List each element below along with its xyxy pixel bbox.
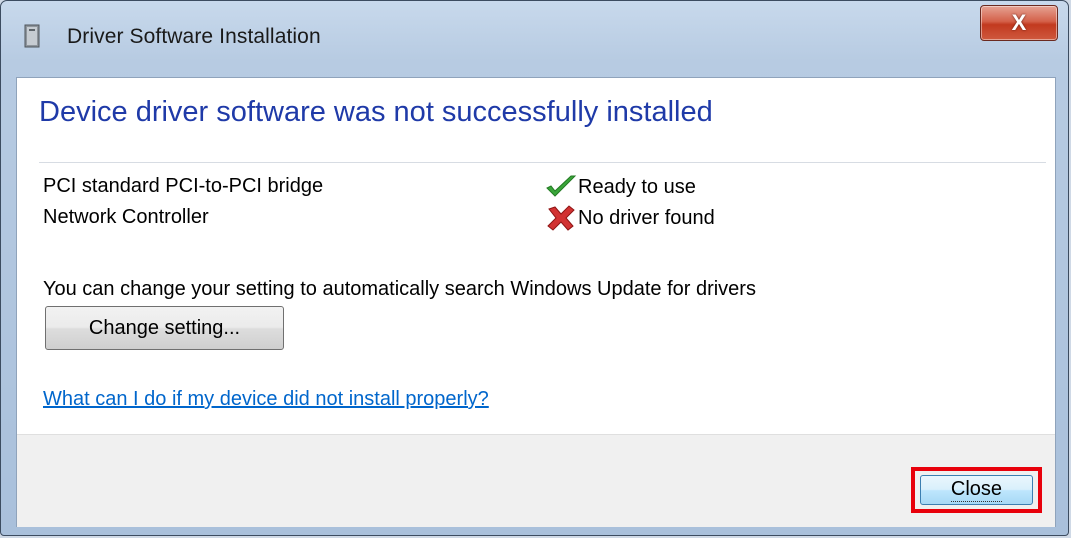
dialog-window: Driver Software Installation X Device dr…: [0, 0, 1069, 536]
dialog-footer: [17, 434, 1055, 527]
device-name: PCI standard PCI-to-PCI bridge: [43, 175, 324, 197]
close-button-label: Close: [950, 478, 1003, 502]
driver-icon: [24, 24, 40, 48]
device-status: Ready to use: [545, 174, 696, 200]
change-setting-button[interactable]: Change setting...: [45, 306, 284, 350]
device-name: Network Controller: [43, 206, 209, 228]
dialog-content: Device driver software was not successfu…: [16, 77, 1056, 527]
close-button[interactable]: Close: [920, 475, 1033, 505]
divider: [39, 162, 1046, 163]
dialog-heading: Device driver software was not successfu…: [39, 96, 713, 128]
title-bar[interactable]: Driver Software Installation X: [1, 1, 1068, 77]
device-status: No driver found: [545, 204, 715, 232]
help-link[interactable]: What can I do if my device did not insta…: [43, 388, 489, 411]
checkmark-icon: [546, 175, 577, 197]
device-status-label: No driver found: [578, 206, 715, 229]
close-button-highlight: Close: [911, 467, 1042, 513]
window-title: Driver Software Installation: [67, 25, 321, 48]
x-mark-icon: [547, 205, 575, 231]
device-status-label: Ready to use: [578, 175, 696, 198]
window-close-button[interactable]: X: [980, 5, 1058, 41]
info-text: You can change your setting to automatic…: [43, 278, 756, 300]
